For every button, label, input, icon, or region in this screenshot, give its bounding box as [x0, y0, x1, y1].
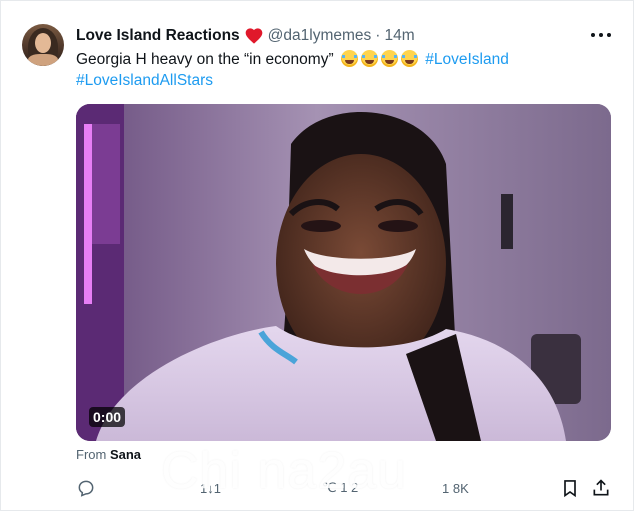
tweet-text-main: Georgia H heavy on the “in economy” [76, 51, 334, 68]
tears-of-joy-emoji-icon [400, 50, 418, 67]
action-bar: 1↓1 ℃ 1 2 1 8K [76, 476, 616, 500]
tweet-text: Georgia H heavy on the “in economy” #Lov… [76, 49, 606, 91]
avatar[interactable] [22, 24, 64, 66]
retweet-button[interactable]: 1↓1 [196, 476, 221, 500]
user-handle[interactable]: @da1lymemes [268, 27, 372, 45]
video-source-name[interactable]: Sana [110, 447, 141, 462]
more-options-icon[interactable] [591, 27, 611, 43]
share-icon [593, 479, 609, 496]
video-player[interactable]: 0:00 [76, 104, 611, 441]
video-source-prefix: From [76, 447, 107, 462]
emoji-group [340, 50, 425, 68]
retweet-count: 1↓1 [200, 480, 221, 496]
separator-dot: · [375, 27, 381, 44]
like-count: ℃ 1 2 [322, 480, 359, 495]
tears-of-joy-emoji-icon [340, 50, 358, 67]
tears-of-joy-emoji-icon [380, 50, 398, 67]
video-source: From Sana [76, 447, 141, 462]
tears-of-joy-emoji-icon [360, 50, 378, 67]
hashtag-loveislandallstars[interactable]: #LoveIslandAllStars [76, 72, 213, 89]
video-frame [76, 104, 611, 441]
avatar-face [35, 33, 51, 53]
bookmark-button[interactable] [560, 476, 580, 500]
share-button[interactable] [591, 476, 611, 500]
avatar-shoulders [28, 54, 58, 66]
views-button[interactable]: 1 8K [438, 476, 469, 500]
bookmark-icon [564, 480, 576, 498]
reply-icon [78, 480, 94, 497]
reply-button[interactable] [76, 476, 96, 500]
video-timestamp: 0:00 [89, 407, 126, 427]
tweet-card[interactable]: Love Island Reactions @da1lymemes · 14m … [0, 0, 634, 511]
display-name[interactable]: Love Island Reactions [76, 27, 240, 45]
post-time[interactable]: 14m [384, 27, 414, 45]
tweet-header: Love Island Reactions @da1lymemes · 14m [76, 25, 415, 47]
red-heart-icon [245, 28, 263, 44]
views-count: 1 8K [442, 480, 469, 496]
like-button[interactable]: ℃ 1 2 [318, 476, 358, 500]
hashtag-loveisland[interactable]: #LoveIsland [425, 51, 509, 68]
